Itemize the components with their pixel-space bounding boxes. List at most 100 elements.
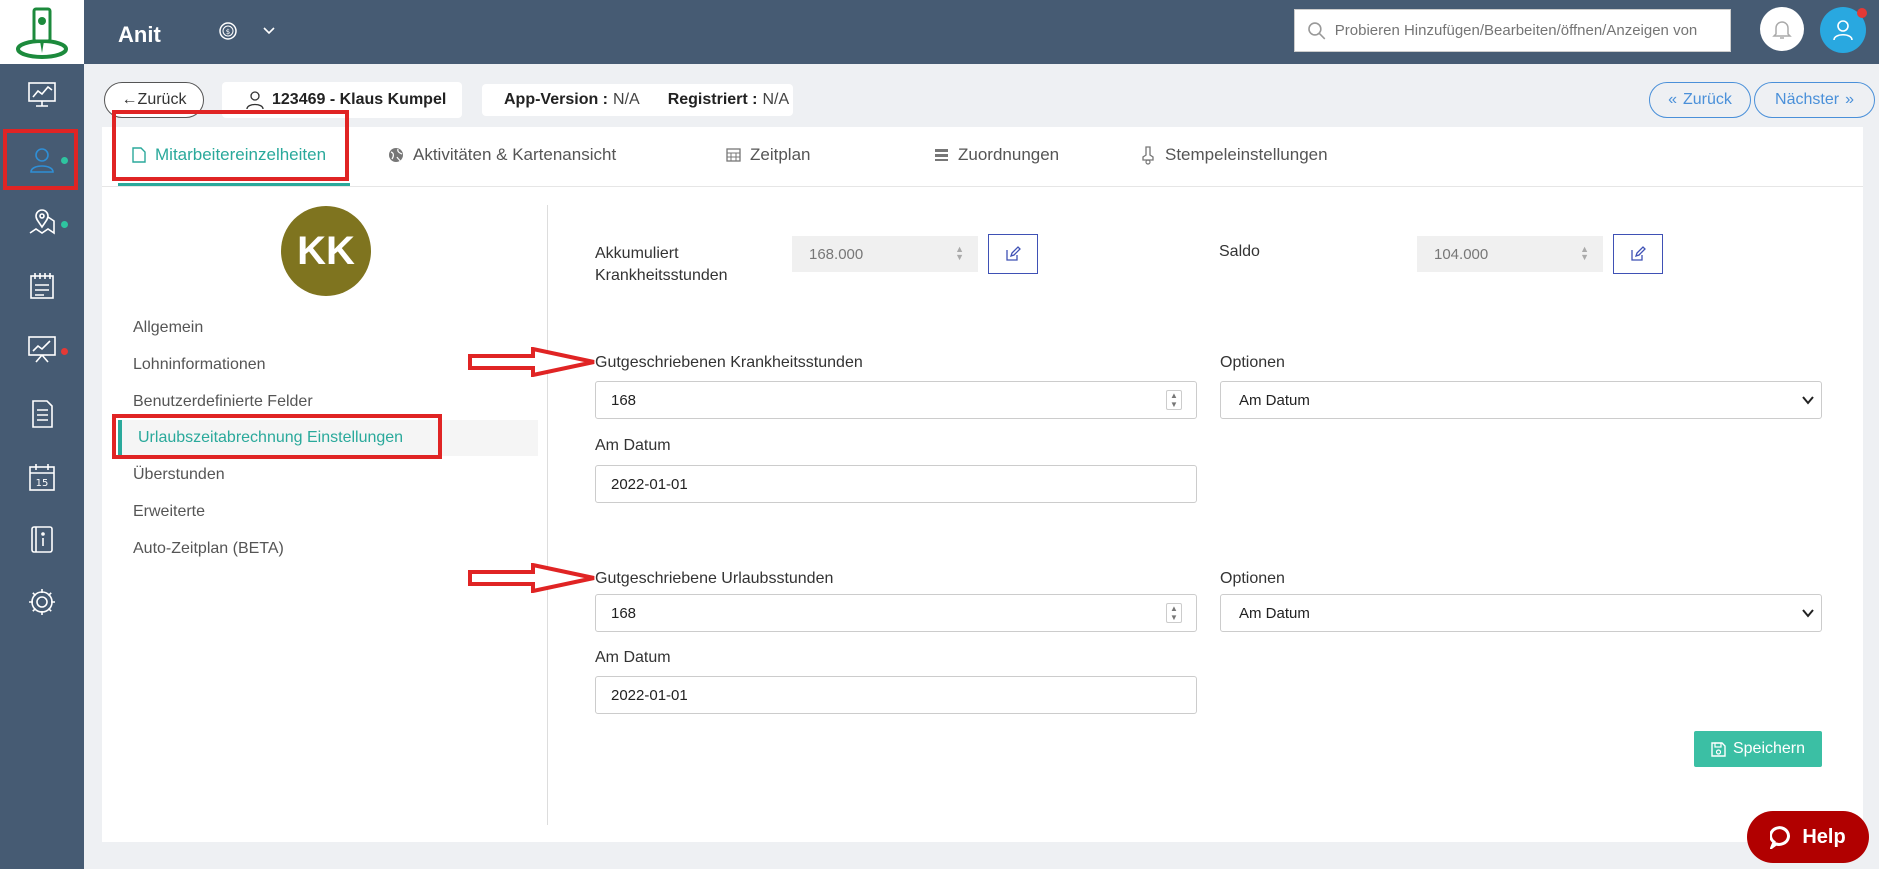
nav-reports[interactable] [0,318,84,378]
menu-item-custom-fields[interactable]: Benutzerdefinierte Felder [133,393,313,411]
saldo-value: 104.000 [1434,245,1489,263]
menu-item-auto-schedule[interactable]: Auto-Zeitplan (BETA) [133,540,284,558]
vacation-options-select[interactable]: Am Datum [1220,594,1822,632]
stepper-icon[interactable]: ▲ ▼ [1166,390,1182,410]
menu-item-payroll[interactable]: Lohninformationen [133,356,266,374]
next-label: Nächster [1775,91,1840,108]
notifications-button[interactable] [1760,7,1804,51]
vacation-options-label: Optionen [1220,570,1285,587]
active-tab-underline [118,183,350,186]
chevron-down-icon [1802,396,1814,405]
user-icon [1833,20,1853,41]
tab-activities-map[interactable]: Aktivitäten & Kartenansicht [388,145,616,165]
svg-text:$: $ [226,28,230,36]
employee-name: 123469 - Klaus Kumpel [272,91,447,108]
nav-dashboard[interactable] [0,64,84,124]
red-arrow-sick [468,347,595,377]
tab-highlight-box [112,110,349,181]
vacation-date-input[interactable]: 2022-01-01 [595,676,1197,714]
server-list-icon [935,149,948,161]
bell-icon [1772,21,1792,39]
sidebar: 15 [0,0,84,869]
edit-saldo-button[interactable] [1613,234,1663,274]
previous-employee-button[interactable]: « Zurück [1649,82,1751,118]
search-box[interactable] [1294,9,1731,52]
accumulated-sick-label: Akkumuliert Krankheitsstunden [595,243,728,287]
vacation-date-value: 2022-01-01 [611,686,688,704]
tab-label: Aktivitäten & Kartenansicht [413,145,617,164]
app-title: Anit [118,22,161,47]
map-pin-icon [29,209,55,235]
menu-item-general[interactable]: Allgemein [133,319,203,337]
chevron-down-icon[interactable] [262,24,276,38]
nav-timesheets[interactable] [0,256,84,316]
nav-locations[interactable] [0,193,84,253]
next-employee-button[interactable]: Nächster » [1754,82,1875,118]
user-icon [246,91,264,110]
nav-settings[interactable] [0,572,84,632]
nav-calendar[interactable]: 15 [0,447,84,507]
app-logo[interactable] [0,0,84,64]
accumulated-label-line1: Akkumuliert [595,245,679,262]
tab-assignments[interactable]: Zuordnungen [934,145,1059,165]
sick-date-input[interactable]: 2022-01-01 [595,465,1197,503]
saldo-input: 104.000 ▲ ▼ [1417,236,1603,272]
previous-label: Zurück [1683,91,1732,108]
clipboard-icon [30,273,54,299]
menu-item-overtime[interactable]: Überstunden [133,466,225,484]
monitor-chart-icon [28,82,56,107]
red-arrow-vacation [468,563,595,593]
user-notification-dot [1857,8,1867,18]
svg-text:15: 15 [36,478,49,489]
tab-punch-settings[interactable]: Stempeleinstellungen [1140,145,1328,165]
stamp-icon [1142,146,1154,165]
tab-label: Stempeleinstellungen [1165,145,1328,164]
save-label: Speichern [1732,740,1806,757]
nav-documents[interactable] [0,384,84,444]
sick-hours-value: 168 [611,391,637,409]
spinner-icon: ▲ ▼ [955,244,964,262]
tab-schedule[interactable]: Zeitplan [726,145,810,165]
registered-label: Registriert : [667,91,758,108]
spinner-icon: ▲ ▼ [1580,244,1589,262]
sick-options-select[interactable]: Am Datum [1220,381,1822,419]
sick-date-value: 2022-01-01 [611,475,688,493]
globe-icon [389,148,403,162]
registered-value: N/A [762,91,790,108]
vacation-option-selected: Am Datum [1239,604,1310,622]
app-version-info: App-Version : N/A Registriert : N/A [482,84,793,116]
help-button[interactable]: Help [1747,811,1869,863]
gear-icon [29,589,55,615]
nav-reports-indicator [61,348,68,355]
info-book-icon [31,526,53,553]
save-button[interactable]: Speichern [1694,731,1822,767]
accumulated-sick-input: 168.000 ▲ ▼ [792,236,978,272]
calendar-icon: 15 [29,464,55,491]
chat-bubble-icon [1770,826,1791,849]
double-chevron-right-icon: » [1845,91,1854,108]
sick-hours-label: Gutgeschriebenen Krankheitsstunden [595,354,863,371]
currency-icon[interactable]: $ [217,20,239,42]
stepper-icon[interactable]: ▲ ▼ [1166,603,1182,623]
vacation-hours-input[interactable]: 168 ▲ ▼ [595,594,1197,632]
chevron-down-icon [1802,609,1814,618]
edit-accumulated-button[interactable] [988,234,1038,274]
vacation-date-label: Am Datum [595,649,671,666]
sick-hours-input[interactable]: 168 ▲ ▼ [595,381,1197,419]
sick-date-label: Am Datum [595,437,671,454]
vacation-hours-label: Gutgeschriebene Urlaubsstunden [595,570,834,587]
search-input[interactable] [1334,22,1730,39]
accumulated-sick-value: 168.000 [809,245,864,263]
document-icon [32,400,53,428]
sick-options-label: Optionen [1220,354,1285,371]
column-divider [547,205,548,825]
floppy-disk-icon [1711,741,1726,757]
sick-option-selected: Am Datum [1239,391,1310,409]
saldo-label: Saldo [1219,243,1260,260]
nav-info[interactable] [0,509,84,569]
menu-item-advanced[interactable]: Erweiterte [133,503,205,521]
help-label: Help [1802,825,1846,848]
nav-locations-indicator [61,221,68,228]
employee-avatar: KK [281,206,371,296]
menu-highlight-box [112,414,442,459]
